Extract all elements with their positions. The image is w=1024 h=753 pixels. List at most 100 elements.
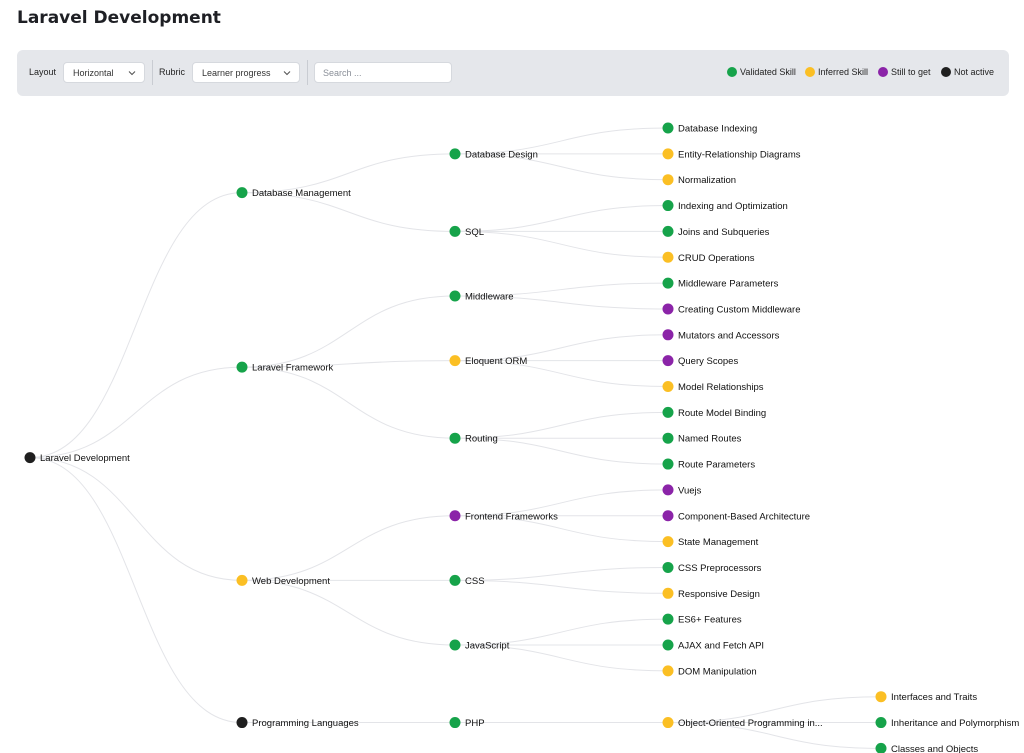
tree-node-normalization[interactable]: Normalization	[662, 174, 737, 186]
tree-node-database-management[interactable]: Database Management	[236, 187, 352, 199]
tree-node-interfaces-and-traits[interactable]: Interfaces and Traits	[875, 691, 978, 703]
tree-node-model-relationships[interactable]: Model Relationships	[662, 381, 764, 393]
node-status-dot	[662, 148, 674, 160]
node-status-dot	[449, 717, 461, 729]
node-status-dot	[662, 381, 674, 392]
node-status-dot	[875, 691, 887, 703]
tree-node-css-preprocessors[interactable]: CSS Preprocessors	[662, 561, 762, 574]
tree-link	[29, 366, 243, 459]
tree-node-vuejs[interactable]: Vuejs	[662, 484, 702, 496]
tree-node-entity-relationship-diagrams[interactable]: Entity-Relationship Diagrams	[662, 148, 801, 160]
tree-node-route-model-binding[interactable]: Route Model Binding	[662, 406, 767, 419]
tree-node-crud-operations[interactable]: CRUD Operations	[662, 251, 755, 264]
node-label: Database Indexing	[678, 124, 757, 135]
tree-link	[241, 579, 456, 646]
node-status-dot	[662, 432, 674, 444]
tree-node-php[interactable]: PHP	[449, 717, 485, 729]
node-status-dot	[236, 717, 248, 729]
tree-node-creating-custom-middleware[interactable]: Creating Custom Middleware	[662, 303, 801, 315]
tree-link	[241, 366, 456, 439]
node-label: Named Routes	[678, 434, 742, 445]
tree-node-javascript[interactable]: JavaScript	[449, 639, 510, 652]
tree-node-dom-manipulation[interactable]: DOM Manipulation	[662, 665, 757, 677]
node-label: CSS	[465, 576, 485, 587]
tree-link	[241, 153, 456, 194]
node-label: Database Management	[252, 188, 351, 199]
node-status-dot	[662, 303, 674, 315]
node-status-dot	[662, 613, 674, 625]
node-label: Responsive Design	[678, 589, 760, 600]
node-status-dot	[662, 510, 674, 522]
tree-node-css[interactable]: CSS	[449, 574, 485, 587]
node-status-dot	[875, 742, 887, 753]
node-label: Component-Based Architecture	[678, 511, 810, 522]
node-status-dot	[662, 484, 674, 496]
skill-tree: Database Indexing Entity-Relationship Dia…	[24, 122, 1020, 753]
node-status-dot	[662, 174, 674, 186]
node-label: Route Parameters	[678, 460, 755, 471]
tree-node-state-management[interactable]: State Management	[662, 536, 759, 548]
tree-node-inheritance-and-polymorphism[interactable]: Inheritance and Polymorphism	[875, 717, 1020, 729]
node-status-dot	[662, 458, 674, 470]
node-label: Route Model Binding	[678, 408, 766, 419]
node-label: Mutators and Accessors	[678, 330, 780, 341]
node-label: Web Development	[252, 576, 330, 587]
node-status-dot	[449, 432, 461, 444]
node-label: Interfaces and Traits	[891, 692, 977, 703]
node-label: Frontend Frameworks	[465, 511, 558, 522]
tree-node-frontend-frameworks[interactable]: Frontend Frameworks	[449, 510, 559, 522]
node-label: Joins and Subqueries	[678, 227, 770, 238]
tree-link	[454, 205, 669, 232]
tree-node-laravel-framework[interactable]: Laravel Framework	[236, 361, 334, 374]
node-label: Inheritance and Polymorphism	[891, 718, 1019, 729]
tree-node-route-parameters[interactable]: Route Parameters	[662, 458, 756, 471]
node-label: ES6+ Features	[678, 615, 742, 626]
node-label: JavaScript	[465, 641, 510, 652]
node-label: Laravel Framework	[252, 363, 334, 374]
tree-node-responsive-design[interactable]: Responsive Design	[662, 587, 760, 600]
tree-link	[454, 566, 669, 581]
tree-node-object-oriented-programming-in[interactable]: Object-Oriented Programming in...	[662, 717, 823, 729]
tree-node-programming-languages[interactable]: Programming Languages	[236, 717, 359, 729]
tree-node-es6-features[interactable]: ES6+ Features	[662, 613, 742, 626]
node-status-dot	[662, 536, 674, 548]
node-label: Entity-Relationship Diagrams	[678, 149, 801, 160]
node-status-dot	[662, 355, 674, 367]
tree-node-ajax-and-fetch-api[interactable]: AJAX and Fetch API	[662, 639, 765, 652]
tree-node-joins-and-subqueries[interactable]: Joins and Subqueries	[662, 225, 770, 238]
node-status-dot	[662, 277, 674, 289]
tree-node-classes-and-objects[interactable]: Classes and Objects	[875, 742, 979, 753]
tree-node-sql[interactable]: SQL	[449, 225, 485, 238]
tree-node-routing[interactable]: Routing	[449, 432, 498, 445]
node-label: CSS Preprocessors	[678, 563, 762, 574]
node-status-dot	[449, 510, 461, 522]
tree-node-database-indexing[interactable]: Database Indexing	[662, 122, 758, 135]
tree-node-component-based-architecture[interactable]: Component-Based Architecture	[662, 510, 811, 522]
node-status-dot	[662, 639, 674, 651]
tree-link	[454, 579, 669, 594]
node-status-dot	[449, 574, 461, 586]
node-status-dot	[662, 665, 674, 677]
node-label: CRUD Operations	[678, 253, 755, 264]
node-status-dot	[662, 200, 674, 212]
node-label: Vuejs	[678, 485, 702, 496]
tree-link	[454, 230, 669, 258]
tree-node-named-routes[interactable]: Named Routes	[662, 432, 742, 445]
node-status-dot	[236, 361, 248, 373]
tree-node-query-scopes[interactable]: Query Scopes	[662, 355, 739, 367]
node-status-dot	[449, 290, 461, 302]
node-label: Database Design	[465, 149, 538, 160]
node-status-dot	[449, 639, 461, 651]
tree-link	[29, 192, 243, 459]
node-label: Query Scopes	[678, 356, 738, 367]
node-label: Middleware Parameters	[678, 279, 779, 290]
tree-link	[241, 295, 456, 368]
tree-link	[241, 515, 456, 581]
tree-node-middleware[interactable]: Middleware	[449, 290, 514, 303]
tree-node-mutators-and-accessors[interactable]: Mutators and Accessors	[662, 329, 780, 341]
tree-node-middleware-parameters[interactable]: Middleware Parameters	[662, 277, 779, 290]
node-label: Indexing and Optimization	[678, 201, 788, 212]
node-label: Classes and Objects	[891, 744, 978, 753]
tree-node-indexing-and-optimization[interactable]: Indexing and Optimization	[662, 200, 788, 212]
tree-node-laravel-development[interactable]: Laravel Development	[24, 452, 131, 464]
